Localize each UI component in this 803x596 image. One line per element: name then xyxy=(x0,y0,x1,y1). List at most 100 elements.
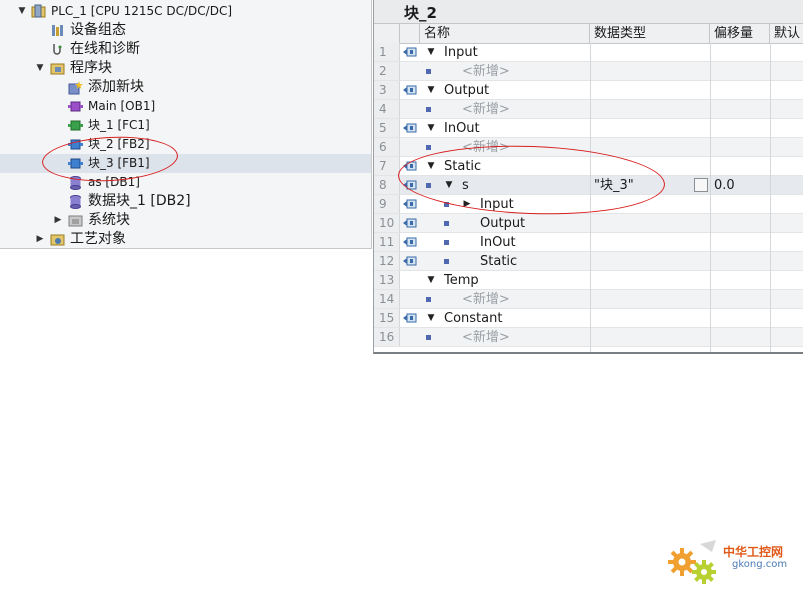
tree-item-main-ob1[interactable]: Main [OB1] xyxy=(0,97,371,116)
online-diagnostics-icon xyxy=(53,44,62,55)
row-number: 10 xyxy=(374,214,400,232)
row-name[interactable]: Output xyxy=(480,214,525,233)
fc-block-icon xyxy=(68,120,83,131)
add-new-placeholder[interactable]: <新增> xyxy=(462,62,510,81)
project-tree: ▼ PLC_1 [CPU 1215C DC/DC/DC] 设备组态 在线和诊断 … xyxy=(0,0,372,249)
db-block-icon xyxy=(70,195,81,209)
row-number: 11 xyxy=(374,233,400,251)
add-new-placeholder[interactable]: <新增> xyxy=(462,138,510,157)
table-row[interactable]: 14 <新增> xyxy=(374,290,803,309)
column-divider xyxy=(590,43,591,352)
watermark-logo: 中华工控网 gkong.com xyxy=(660,535,800,590)
expand-arrow-icon[interactable]: ▶ xyxy=(34,230,46,249)
tree-item-block1-fc1[interactable]: 块_1 [FC1] xyxy=(0,116,371,135)
header-default[interactable]: 默认 xyxy=(770,24,803,43)
table-row[interactable]: 1 ▼ Input xyxy=(374,43,803,62)
row-number: 8 xyxy=(374,176,400,194)
expand-arrow-icon[interactable]: ▶ xyxy=(52,211,64,230)
browse-datatype-icon[interactable] xyxy=(694,178,708,192)
collapse-arrow-icon[interactable]: ▼ xyxy=(426,157,436,175)
row-name[interactable]: Input xyxy=(444,43,478,62)
row-name[interactable]: s xyxy=(462,176,469,195)
interface-direction-icon xyxy=(403,218,417,228)
add-new-placeholder[interactable]: <新增> xyxy=(462,100,510,119)
tree-item-online-diagnostics[interactable]: 在线和诊断 xyxy=(0,40,371,59)
table-row[interactable]: 11 InOut xyxy=(374,233,803,252)
row-name[interactable]: Input xyxy=(480,195,514,214)
table-row[interactable]: 6 <新增> xyxy=(374,138,803,157)
tree-item-label: 程序块 xyxy=(70,60,112,76)
tree-item-datablock1-db2[interactable]: 数据块_1 [DB2] xyxy=(0,192,371,211)
add-new-placeholder[interactable]: <新增> xyxy=(462,328,510,347)
row-name[interactable]: InOut xyxy=(480,233,516,252)
table-row[interactable]: 7 ▼ Static xyxy=(374,157,803,176)
device-config-icon xyxy=(52,25,63,36)
row-name[interactable]: Output xyxy=(444,81,489,100)
table-row[interactable]: 8 ▼ s "块_3" 0.0 xyxy=(374,176,803,195)
row-offset: 0.0 xyxy=(714,178,735,193)
table-row[interactable]: 4 <新增> xyxy=(374,100,803,119)
collapse-arrow-icon[interactable]: ▼ xyxy=(426,119,436,137)
tree-item-label: Main [OB1] xyxy=(88,99,156,113)
interface-direction-icon xyxy=(403,47,417,57)
row-name[interactable]: InOut xyxy=(444,119,480,138)
tree-item-label: 设备组态 xyxy=(70,22,126,38)
collapse-arrow-icon[interactable]: ▼ xyxy=(34,59,46,78)
row-number: 3 xyxy=(374,81,400,99)
row-name[interactable]: Temp xyxy=(444,271,479,290)
row-datatype[interactable]: "块_3" xyxy=(594,176,634,195)
interface-direction-icon xyxy=(403,237,417,247)
row-bullet-icon xyxy=(426,69,431,74)
row-bullet-icon xyxy=(444,202,449,207)
row-name[interactable]: Constant xyxy=(444,309,502,328)
table-row[interactable]: 9 ▶ Input xyxy=(374,195,803,214)
tree-item-plc[interactable]: ▼ PLC_1 [CPU 1215C DC/DC/DC] xyxy=(0,2,371,21)
row-bullet-icon xyxy=(426,183,431,188)
collapse-arrow-icon[interactable]: ▼ xyxy=(426,81,436,99)
header-name[interactable]: 名称 xyxy=(420,24,590,43)
interface-direction-icon xyxy=(403,85,417,95)
row-number: 9 xyxy=(374,195,400,213)
table-row[interactable]: 5 ▼ InOut xyxy=(374,119,803,138)
plc-folder-icon xyxy=(31,4,46,18)
header-rownum xyxy=(374,24,400,43)
collapse-arrow-icon[interactable]: ▼ xyxy=(426,271,436,289)
tree-item-device-config[interactable]: 设备组态 xyxy=(0,21,371,40)
header-offset[interactable]: 偏移量 xyxy=(710,24,770,43)
row-number: 14 xyxy=(374,290,400,308)
tree-item-label: 系统块 xyxy=(88,212,130,228)
table-row[interactable]: 2 <新增> xyxy=(374,62,803,81)
tree-item-system-blocks[interactable]: ▶ 系统块 xyxy=(0,211,371,230)
row-bullet-icon xyxy=(426,107,431,112)
tree-item-label: 块_2 [FB2] xyxy=(88,137,150,151)
row-bullet-icon xyxy=(444,221,449,226)
tree-item-block2-fb2[interactable]: 块_2 [FB2] xyxy=(0,135,371,154)
tree-item-label: 在线和诊断 xyxy=(70,41,140,57)
tree-item-as-db1[interactable]: as [DB1] xyxy=(0,173,371,192)
row-name[interactable]: Static xyxy=(480,252,517,271)
collapse-arrow-icon[interactable]: ▼ xyxy=(426,43,436,61)
collapse-arrow-icon[interactable]: ▼ xyxy=(16,2,28,21)
table-row[interactable]: 16 <新增> xyxy=(374,328,803,347)
header-datatype[interactable]: 数据类型 xyxy=(590,24,710,43)
add-new-placeholder[interactable]: <新增> xyxy=(462,290,510,309)
column-divider xyxy=(710,43,711,352)
collapse-arrow-icon[interactable]: ▼ xyxy=(426,309,436,327)
table-row[interactable]: 10 Output xyxy=(374,214,803,233)
tree-item-label: as [DB1] xyxy=(88,175,140,189)
tree-item-program-blocks[interactable]: ▼ 程序块 xyxy=(0,59,371,78)
table-row[interactable]: 13 ▼ Temp xyxy=(374,271,803,290)
table-row[interactable]: 12 Static xyxy=(374,252,803,271)
collapse-arrow-icon[interactable]: ▼ xyxy=(444,176,454,194)
table-row[interactable]: 3 ▼ Output xyxy=(374,81,803,100)
watermark-text-cn: 中华工控网 xyxy=(723,545,784,559)
tree-item-add-new-block[interactable]: 添加新块 xyxy=(0,78,371,97)
row-name[interactable]: Static xyxy=(444,157,481,176)
editor-title: 块_2 xyxy=(374,0,803,24)
tree-item-label: 数据块_1 [DB2] xyxy=(88,193,191,209)
expand-arrow-icon[interactable]: ▶ xyxy=(462,195,472,213)
tree-item-block3-fb1[interactable]: 块_3 [FB1] xyxy=(0,154,371,173)
tree-item-technology-objects[interactable]: ▶ 工艺对象 xyxy=(0,230,371,249)
table-row[interactable]: 15 ▼ Constant xyxy=(374,309,803,328)
interface-direction-icon xyxy=(403,199,417,209)
